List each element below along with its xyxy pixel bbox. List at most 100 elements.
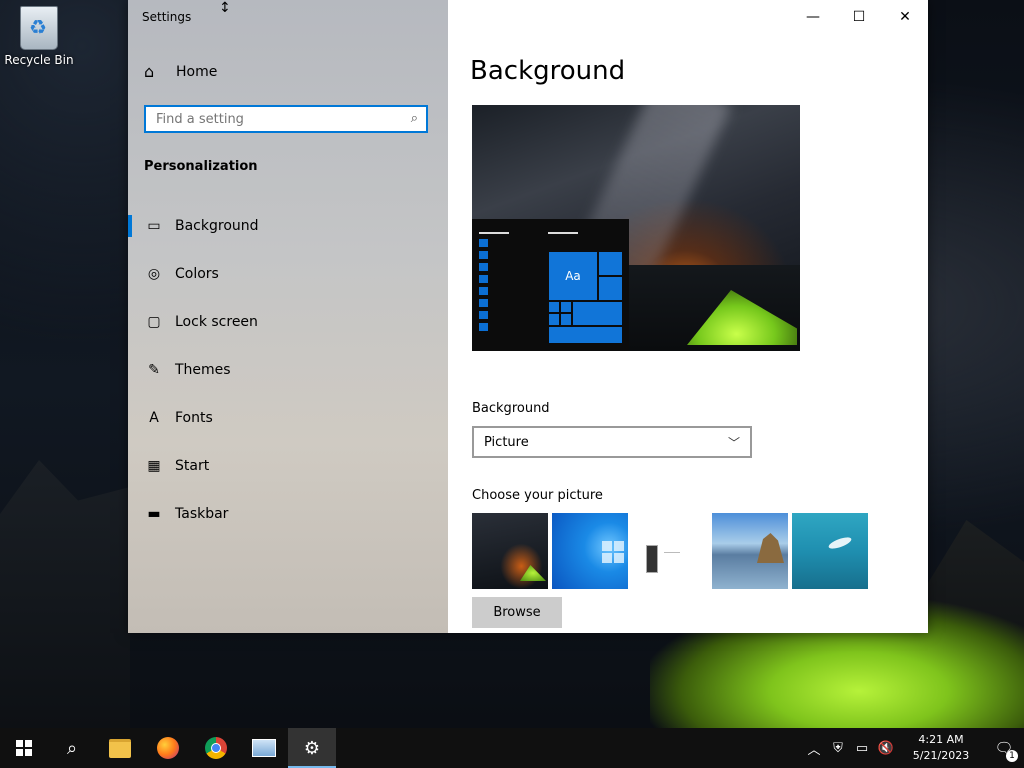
preview-tile bbox=[598, 276, 623, 301]
preview-menu-tile bbox=[479, 239, 488, 247]
preview-tile bbox=[560, 313, 572, 326]
preview-menu-line bbox=[479, 232, 509, 234]
preview-tile bbox=[598, 251, 623, 276]
settings-taskbar-button[interactable]: ⚙ bbox=[288, 728, 336, 768]
network-app-icon bbox=[252, 739, 276, 757]
browse-button[interactable]: Browse bbox=[472, 597, 562, 628]
background-type-select[interactable]: Picture ﹀ bbox=[472, 426, 752, 458]
clock-date: 5/21/2023 bbox=[912, 749, 970, 762]
start-button[interactable] bbox=[0, 728, 48, 768]
preview-tile bbox=[548, 326, 623, 344]
background-type-label: Background bbox=[472, 401, 550, 416]
section-title: Personalization bbox=[144, 159, 258, 174]
search-box[interactable]: ⌕ bbox=[144, 105, 428, 133]
nav-item-start[interactable]: ▦ Start bbox=[128, 442, 448, 490]
gear-icon: ⚙ bbox=[303, 737, 321, 759]
taskbar-icon: ▬ bbox=[147, 506, 161, 522]
search-button[interactable]: ⌕ bbox=[48, 728, 96, 768]
choose-picture-label: Choose your picture bbox=[472, 488, 603, 503]
windows-logo-icon bbox=[602, 541, 624, 563]
palette-icon: ◎ bbox=[147, 266, 161, 282]
preview-tile-aa: Aa bbox=[548, 251, 598, 301]
lock-screen-icon: ▢ bbox=[147, 314, 161, 330]
picture-thumbnail-windows-blue[interactable] bbox=[552, 513, 628, 589]
recycle-bin-icon bbox=[20, 6, 58, 50]
search-input[interactable] bbox=[154, 110, 398, 128]
preview-menu-tile bbox=[479, 287, 488, 295]
clock-time: 4:21 AM bbox=[918, 733, 964, 746]
nav-item-taskbar[interactable]: ▬ Taskbar bbox=[128, 490, 448, 538]
nav-item-label: Background bbox=[175, 218, 259, 234]
picture-thumbnail-underwater[interactable] bbox=[792, 513, 868, 589]
nav-item-label: Lock screen bbox=[175, 314, 258, 330]
network-icon[interactable]: ▭ bbox=[850, 741, 874, 756]
placeholder-dash bbox=[664, 552, 680, 553]
nav-item-label: Taskbar bbox=[175, 506, 229, 522]
nav-item-colors[interactable]: ◎ Colors bbox=[128, 250, 448, 298]
preview-start-menu: Aa bbox=[472, 219, 629, 351]
preview-menu-tile bbox=[479, 263, 488, 271]
personalization-nav: ▭ Background ◎ Colors ▢ Lock screen ✎ Th… bbox=[128, 202, 448, 538]
desktop-mountain bbox=[0, 460, 130, 730]
font-icon: A bbox=[149, 410, 159, 426]
file-explorer-button[interactable] bbox=[96, 728, 144, 768]
home-label: Home bbox=[176, 63, 218, 80]
firefox-icon bbox=[157, 737, 179, 759]
notification-badge: 1 bbox=[1006, 750, 1018, 762]
phone-icon bbox=[646, 545, 658, 573]
window-title: Settings bbox=[142, 10, 192, 24]
home-nav[interactable]: ⌂ Home bbox=[144, 62, 217, 81]
background-preview: Aa bbox=[472, 105, 800, 351]
preview-menu-tile bbox=[479, 299, 488, 307]
preview-menu-tile bbox=[479, 311, 488, 319]
picture-thumbnail-loading[interactable] bbox=[632, 513, 708, 589]
chevron-up-icon[interactable]: ︿ bbox=[802, 739, 826, 758]
search-icon: ⌕ bbox=[66, 737, 78, 759]
windows-start-icon bbox=[16, 740, 32, 756]
nav-item-fonts[interactable]: A Fonts bbox=[128, 394, 448, 442]
nav-item-lock-screen[interactable]: ▢ Lock screen bbox=[128, 298, 448, 346]
preview-tile bbox=[560, 301, 572, 313]
settings-sidebar: Settings ⌂ Home ⌕ Personalization ▭ Back… bbox=[128, 0, 448, 633]
notification-button[interactable]: 🗨 1 bbox=[984, 728, 1024, 768]
chevron-down-icon: ﹀ bbox=[727, 436, 740, 450]
page-title: Background bbox=[470, 56, 626, 86]
start-tiles-icon: ▦ bbox=[147, 458, 161, 474]
brush-icon: ✎ bbox=[148, 362, 160, 378]
nav-item-label: Themes bbox=[175, 362, 231, 378]
nav-item-label: Colors bbox=[175, 266, 219, 282]
chrome-button[interactable] bbox=[192, 728, 240, 768]
preview-tile bbox=[548, 301, 560, 313]
nav-item-background[interactable]: ▭ Background bbox=[128, 202, 448, 250]
shield-icon[interactable]: ⛨ bbox=[826, 741, 850, 756]
network-app-button[interactable] bbox=[240, 728, 288, 768]
preview-tile bbox=[572, 301, 623, 326]
preview-tile bbox=[548, 313, 560, 326]
recycle-bin[interactable]: Recycle Bin bbox=[4, 6, 74, 67]
system-tray: ︿ ⛨ ▭ 🔇 4:21 AM 5/21/2023 🗨 1 bbox=[802, 728, 1024, 768]
volume-muted-icon[interactable]: 🔇 bbox=[874, 741, 898, 756]
nav-item-themes[interactable]: ✎ Themes bbox=[128, 346, 448, 394]
firefox-button[interactable] bbox=[144, 728, 192, 768]
settings-content: Background Aa Background Picture ﹀ Choos… bbox=[448, 0, 928, 633]
chrome-icon bbox=[205, 737, 227, 759]
mouse-cursor-icon: ↕ bbox=[219, 0, 231, 16]
taskbar: ⌕ ⚙ ︿ ⛨ ▭ 🔇 4:21 AM 5/21/2023 🗨 1 bbox=[0, 728, 1024, 768]
picture-icon: ▭ bbox=[147, 218, 161, 234]
background-type-value: Picture bbox=[484, 434, 529, 450]
preview-menu-tile bbox=[479, 251, 488, 259]
picture-thumbnail-beach-rocks[interactable] bbox=[712, 513, 788, 589]
preview-menu-tile bbox=[479, 275, 488, 283]
folder-icon bbox=[109, 738, 131, 758]
preview-tiles-header bbox=[548, 232, 578, 234]
preview-menu-tile bbox=[479, 323, 488, 331]
home-icon: ⌂ bbox=[144, 62, 155, 81]
nav-item-label: Fonts bbox=[175, 410, 213, 426]
picture-thumbnail-night-tent[interactable] bbox=[472, 513, 548, 589]
recycle-bin-label: Recycle Bin bbox=[4, 53, 74, 67]
search-icon[interactable]: ⌕ bbox=[411, 111, 418, 126]
settings-window: Settings ⌂ Home ⌕ Personalization ▭ Back… bbox=[128, 0, 928, 633]
nav-item-label: Start bbox=[175, 458, 210, 474]
clock[interactable]: 4:21 AM 5/21/2023 bbox=[906, 732, 976, 764]
picture-thumbnails bbox=[472, 513, 868, 589]
